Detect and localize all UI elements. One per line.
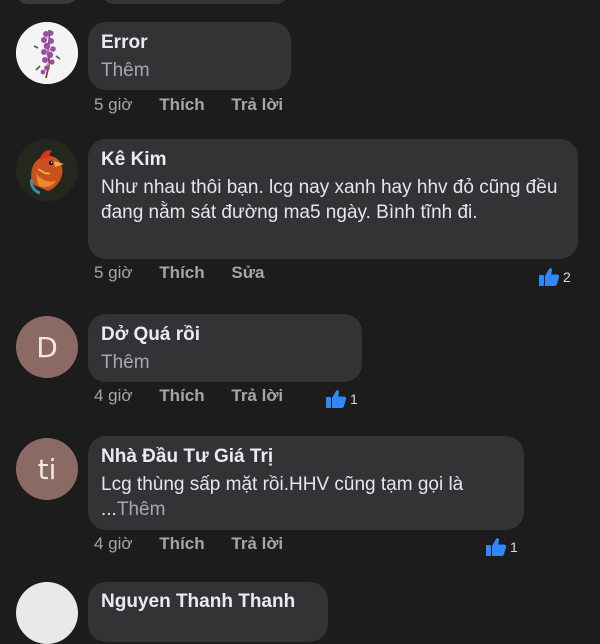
avatar[interactable]: ti [16,438,78,500]
comment-bubble[interactable]: Nguyen Thanh Thanh [88,582,328,642]
comment-author[interactable]: Dở Quá rồi [101,324,349,346]
comment-text-wrap: Lcg thùng sấp mặt rồi.HHV cũng tạm gọi l… [101,472,511,522]
avatar[interactable] [16,139,78,201]
comment-timestamp: 5 giờ [94,263,133,282]
avatar[interactable] [16,582,78,644]
comment-author[interactable]: Nhà Đầu Tư Giá Trị [101,446,511,468]
comment-bubble[interactable]: Nhà Đầu Tư Giá Trị Lcg thùng sấp mặt rồi… [88,436,524,530]
comment-timestamp: 4 giờ [94,386,133,405]
like-button[interactable]: Thích [159,534,204,553]
comment-bubble [100,0,290,4]
reaction-number: 1 [350,391,358,407]
comment-bubble[interactable]: Dở Quá rồi Thêm [88,314,362,382]
avatar [16,0,78,4]
like-button[interactable]: Thích [159,263,204,282]
see-more-link[interactable]: Thêm [117,499,166,520]
reaction-number: 2 [563,269,571,285]
like-button[interactable]: Thích [159,386,204,405]
comment-author[interactable]: Error [101,32,278,54]
reaction-number: 1 [510,539,518,555]
avatar-initial: D [36,330,58,364]
thumbs-up-icon [326,390,347,408]
comment-actions: 5 giờ Thích Sửa [94,263,286,283]
reaction-count[interactable]: 2 [538,267,571,287]
comment-actions: 4 giờ Thích Trả lời [94,386,305,406]
see-more-link[interactable]: Thêm [101,350,349,375]
reaction-count[interactable]: 1 [485,537,518,557]
thumbs-up-icon [539,268,560,286]
avatar[interactable] [16,22,78,84]
flower-avatar-image [16,22,78,84]
edit-button[interactable]: Sửa [231,263,264,282]
see-more-link[interactable]: Thêm [101,58,278,83]
avatar[interactable]: D [16,316,78,378]
comment-timestamp: 4 giờ [94,534,133,553]
thumbs-up-icon [486,538,507,556]
reply-button[interactable]: Trả lời [231,386,283,405]
comment-bubble[interactable]: Error Thêm [88,22,291,90]
reply-button[interactable]: Trả lời [231,95,283,114]
comment-actions: 4 giờ Thích Trả lời [94,534,305,554]
avatar-initial: ti [37,452,57,486]
rooster-avatar-image [16,139,78,201]
like-button[interactable]: Thích [159,95,204,114]
comment-author[interactable]: Kê Kim [101,149,565,171]
comment-text: Như nhau thôi bạn. lcg nay xanh hay hhv … [101,177,558,223]
reply-button[interactable]: Trả lời [231,534,283,553]
reaction-count[interactable]: 1 [325,389,358,409]
comment-timestamp: 5 giờ [94,95,133,114]
comment-actions: 5 giờ Thích Trả lời [94,95,305,115]
comment-author[interactable]: Nguyen Thanh Thanh [101,591,315,613]
comment-bubble[interactable]: Kê Kim Như nhau thôi bạn. lcg nay xanh h… [88,139,578,259]
